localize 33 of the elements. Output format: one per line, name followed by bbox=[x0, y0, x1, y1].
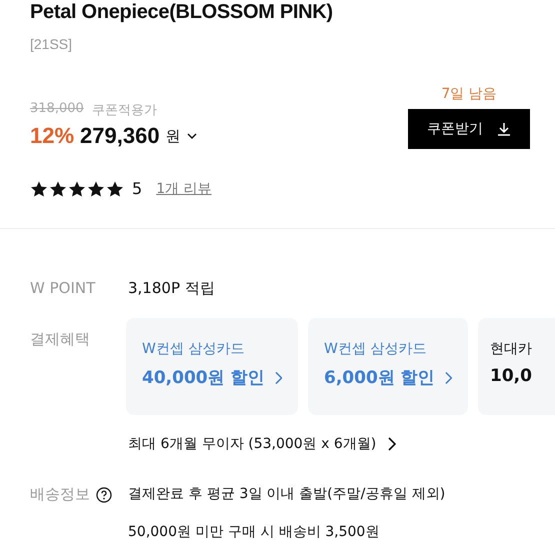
installment-info[interactable]: 최대 6개월 무이자 (53,000원 x 6개월) bbox=[128, 435, 376, 453]
original-price: 318,000 bbox=[30, 101, 84, 118]
chevron-right-icon bbox=[444, 370, 452, 384]
chevron-right-icon bbox=[388, 437, 396, 451]
help-icon[interactable] bbox=[96, 486, 112, 502]
shipping-info: 50,000원 미만 구매 시 배송비 3,500원 bbox=[128, 523, 380, 541]
chevron-down-icon[interactable] bbox=[186, 132, 197, 140]
coupon-price-label: 쿠폰적용가 bbox=[92, 102, 157, 119]
shipping-label: 배송정보 bbox=[30, 485, 90, 504]
card-benefit-panel[interactable]: 현대카 10,0 bbox=[478, 318, 555, 415]
discount-rate: 12% bbox=[30, 123, 74, 149]
card-discount: 40,000원 할인 bbox=[142, 367, 265, 389]
card-name: 현대카 bbox=[490, 340, 533, 358]
card-benefit-panel[interactable]: W컨셉 삼성카드 40,000원 할인 bbox=[126, 318, 298, 415]
card-name: W컨셉 삼성카드 bbox=[324, 340, 428, 358]
sale-price: 279,360 bbox=[80, 123, 160, 149]
card-name: W컨셉 삼성카드 bbox=[142, 340, 246, 358]
payment-benefit-label: 결제혜택 bbox=[30, 330, 91, 349]
w-point-label: W POINT bbox=[30, 279, 96, 297]
w-point-value: 3,180P 적립 bbox=[128, 279, 216, 298]
download-icon bbox=[497, 122, 511, 136]
shipping-info: 결제완료 후 평균 3일 이내 출발(주말/공휴일 제외) bbox=[128, 485, 446, 503]
card-discount: 10,0 bbox=[490, 366, 532, 386]
review-link[interactable]: 1개 리뷰 bbox=[156, 180, 212, 198]
product-title: Petal Onepiece(BLOSSOM PINK) bbox=[30, 0, 334, 24]
chevron-right-icon bbox=[274, 370, 282, 384]
coupon-download-button[interactable]: 쿠폰받기 bbox=[408, 109, 530, 149]
currency-label: 원 bbox=[166, 126, 181, 146]
days-left-label: 7일 남음 bbox=[441, 85, 497, 103]
rating-score: 5 bbox=[132, 179, 142, 198]
card-discount: 6,000원 할인 bbox=[324, 367, 435, 389]
season-label: [21SS] bbox=[30, 36, 72, 52]
card-benefit-panel[interactable]: W컨셉 삼성카드 6,000원 할인 bbox=[308, 318, 468, 415]
